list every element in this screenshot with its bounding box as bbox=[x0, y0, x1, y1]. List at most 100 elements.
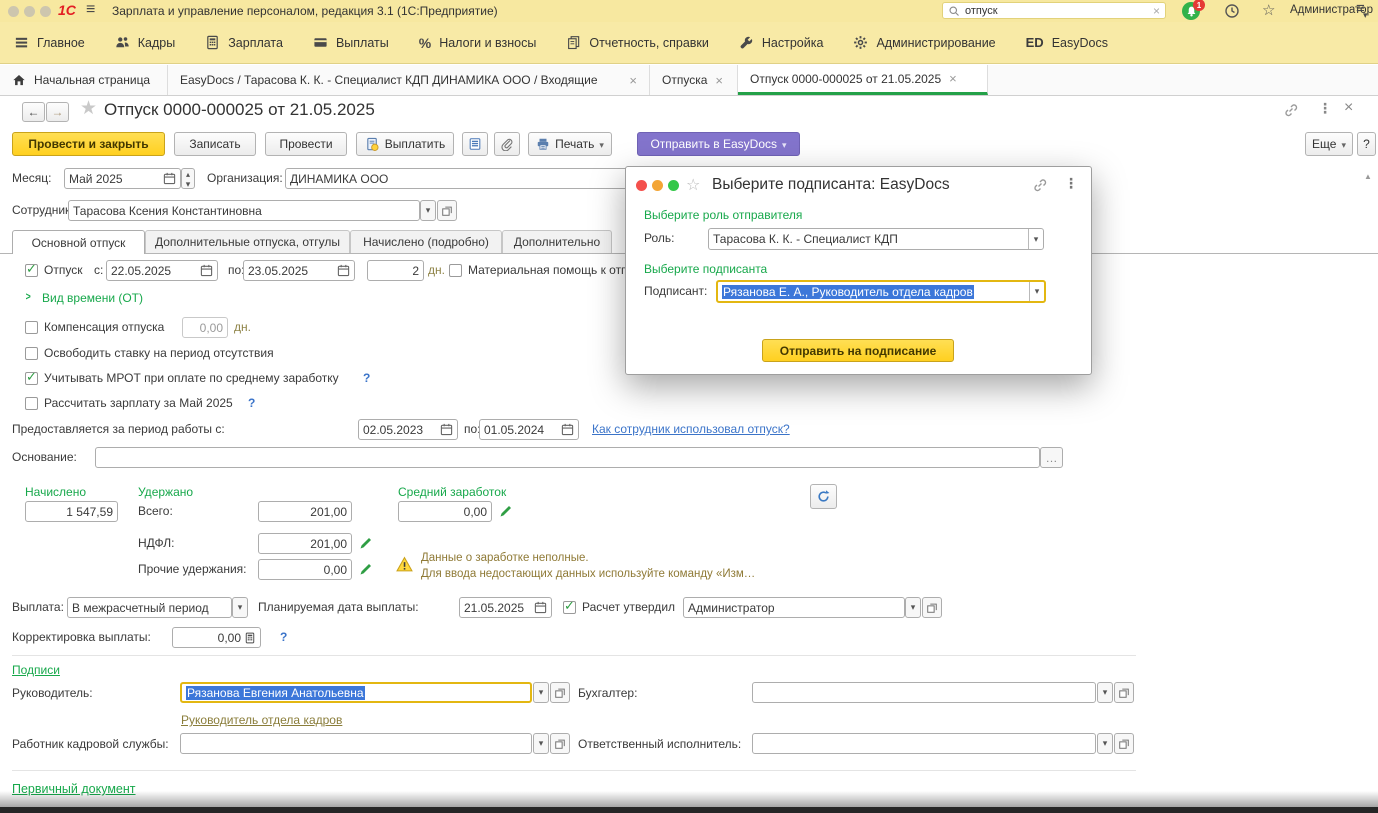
scroll-up-icon[interactable] bbox=[1364, 168, 1372, 182]
hr-specialist-open-button[interactable] bbox=[550, 733, 570, 754]
compensation-days-input[interactable]: 0,00 bbox=[182, 317, 228, 338]
accountant-open-button[interactable] bbox=[1114, 682, 1134, 703]
save-button[interactable]: Записать bbox=[174, 132, 256, 156]
window-zoom-button[interactable] bbox=[40, 6, 51, 17]
employee-open-button[interactable] bbox=[437, 200, 457, 221]
dropdown-icon[interactable] bbox=[1028, 229, 1043, 249]
vacation-usage-link[interactable]: Как сотрудник использовал отпуск? bbox=[592, 419, 790, 440]
send-to-easydocs-button[interactable]: Отправить в EasyDocs bbox=[637, 132, 800, 156]
dialog-favorite-star-icon[interactable] bbox=[686, 175, 700, 195]
manager-dropdown-button[interactable] bbox=[533, 682, 549, 703]
average-earnings-input[interactable]: 0,00 bbox=[398, 501, 492, 522]
more-button[interactable]: Еще bbox=[1305, 132, 1353, 156]
accountant-dropdown-button[interactable] bbox=[1097, 682, 1113, 703]
executor-open-button[interactable] bbox=[1114, 733, 1134, 754]
main-menu-icon[interactable] bbox=[86, 1, 95, 19]
edit-other-pencil-icon[interactable] bbox=[359, 562, 373, 576]
close-icon[interactable]: × bbox=[715, 73, 723, 88]
tab-osnovnoy-otpusk[interactable]: Основной отпуск bbox=[12, 230, 145, 254]
menu-item-kadry[interactable]: Кадры bbox=[115, 35, 175, 50]
signatures-group-link[interactable]: Подписи bbox=[12, 660, 60, 681]
attachments-button[interactable] bbox=[494, 132, 520, 156]
tab-dopolnitelno[interactable]: Дополнительно bbox=[502, 230, 612, 253]
post-and-close-button[interactable]: Провести и закрыть bbox=[12, 132, 165, 156]
tab-home[interactable]: Начальная страница bbox=[0, 65, 168, 95]
dialog-link-button[interactable] bbox=[1032, 177, 1048, 193]
manager-input[interactable]: Рязанова Евгения Анатольевна bbox=[180, 682, 532, 703]
vacation-from-input[interactable]: 22.05.2025 bbox=[106, 260, 218, 281]
calculator-icon[interactable] bbox=[244, 632, 256, 644]
calc-salary-checkbox[interactable] bbox=[25, 397, 38, 410]
accountant-input[interactable] bbox=[752, 682, 1096, 703]
window-close-button[interactable] bbox=[8, 6, 19, 17]
approved-by-input[interactable]: Администратор bbox=[683, 597, 905, 618]
calc-salary-hint-icon[interactable] bbox=[248, 393, 255, 414]
compensation-checkbox[interactable] bbox=[25, 321, 38, 334]
withheld-total-input[interactable]: 201,00 bbox=[258, 501, 352, 522]
post-button[interactable]: Провести bbox=[265, 132, 347, 156]
search-clear-icon[interactable] bbox=[1153, 4, 1160, 18]
window-minimize-button[interactable] bbox=[24, 6, 35, 17]
work-period-from-input[interactable]: 02.05.2023 bbox=[358, 419, 458, 440]
close-icon[interactable]: × bbox=[629, 73, 637, 88]
material-help-checkbox[interactable] bbox=[449, 264, 462, 277]
month-input[interactable]: Май 2025 bbox=[64, 168, 181, 189]
print-button[interactable]: Печать bbox=[528, 132, 612, 156]
refresh-button[interactable] bbox=[810, 484, 837, 509]
time-kind-group-label[interactable]: Вид времени (ОТ) bbox=[42, 288, 143, 309]
hr-specialist-input[interactable] bbox=[180, 733, 532, 754]
menu-item-vyplaty[interactable]: Выплаты bbox=[313, 35, 389, 50]
vacation-days-input[interactable]: 2 bbox=[367, 260, 424, 281]
document-register-button[interactable] bbox=[462, 132, 488, 156]
menu-item-nalogi[interactable]: %Налоги и взносы bbox=[419, 35, 537, 51]
approved-by-open-button[interactable] bbox=[922, 597, 942, 618]
edit-average-pencil-icon[interactable] bbox=[499, 504, 513, 518]
work-period-to-input[interactable]: 01.05.2024 bbox=[479, 419, 579, 440]
calendar-icon[interactable] bbox=[163, 172, 176, 185]
calendar-icon[interactable] bbox=[534, 601, 547, 614]
tab-easydocs-inbox[interactable]: EasyDocs / Тарасова К. К. - Специалист К… bbox=[168, 65, 650, 95]
pay-button[interactable]: Выплатить bbox=[356, 132, 454, 156]
menu-item-otchetnost[interactable]: Отчетность, справки bbox=[566, 35, 709, 50]
payout-dropdown-button[interactable] bbox=[232, 597, 248, 618]
close-icon[interactable]: × bbox=[949, 71, 957, 86]
employee-dropdown-button[interactable] bbox=[420, 200, 436, 221]
executor-input[interactable] bbox=[752, 733, 1096, 754]
tab-otpusk-document[interactable]: Отпуск 0000-000025 от 21.05.2025 × bbox=[738, 65, 988, 95]
close-form-icon[interactable] bbox=[1344, 99, 1353, 117]
signer-select[interactable]: Рязанова Е. А., Руководитель отдела кадр… bbox=[716, 280, 1046, 303]
send-for-signing-button[interactable]: Отправить на подписание bbox=[762, 339, 954, 362]
payout-select[interactable]: В межрасчетный период bbox=[67, 597, 232, 618]
favorite-star-icon[interactable] bbox=[80, 97, 97, 120]
free-rate-checkbox[interactable] bbox=[25, 347, 38, 360]
executor-dropdown-button[interactable] bbox=[1097, 733, 1113, 754]
dropdown-icon[interactable] bbox=[1029, 282, 1044, 301]
forward-button[interactable] bbox=[46, 102, 69, 122]
tab-nachisleno-podrobno[interactable]: Начислено (подробно) bbox=[350, 230, 502, 253]
month-stepper[interactable] bbox=[181, 168, 195, 189]
back-button[interactable] bbox=[22, 102, 45, 122]
correction-hint-icon[interactable] bbox=[280, 627, 287, 648]
search-input[interactable]: отпуск bbox=[942, 2, 1166, 19]
tab-dopolnitelnye-otpuska[interactable]: Дополнительные отпуска, отгулы bbox=[145, 230, 350, 253]
dialog-zoom-button[interactable] bbox=[668, 180, 679, 191]
edit-ndfl-pencil-icon[interactable] bbox=[359, 536, 373, 550]
manager-open-button[interactable] bbox=[550, 682, 570, 703]
employee-input[interactable]: Тарасова Ксения Константиновна bbox=[68, 200, 420, 221]
more-menu-icon[interactable] bbox=[1318, 100, 1332, 117]
calendar-icon[interactable] bbox=[200, 264, 213, 277]
calendar-icon[interactable] bbox=[337, 264, 350, 277]
payout-date-input[interactable]: 21.05.2025 bbox=[459, 597, 552, 618]
vacation-checkbox[interactable] bbox=[25, 264, 38, 277]
tab-otpuska[interactable]: Отпуска × bbox=[650, 65, 738, 95]
menu-item-glavnoe[interactable]: Главное bbox=[14, 35, 85, 50]
reason-input[interactable] bbox=[95, 447, 1040, 468]
vacation-to-input[interactable]: 23.05.2025 bbox=[243, 260, 355, 281]
reason-ellipsis-button[interactable] bbox=[1040, 447, 1063, 468]
approved-by-dropdown-button[interactable] bbox=[905, 597, 921, 618]
get-link-button[interactable] bbox=[1283, 102, 1299, 118]
history-button[interactable] bbox=[1224, 3, 1240, 19]
menu-item-easydocs[interactable]: EDEasyDocs bbox=[1026, 35, 1108, 50]
approved-checkbox[interactable] bbox=[563, 601, 576, 614]
role-select[interactable]: Тарасова К. К. - Специалист КДП bbox=[708, 228, 1044, 250]
